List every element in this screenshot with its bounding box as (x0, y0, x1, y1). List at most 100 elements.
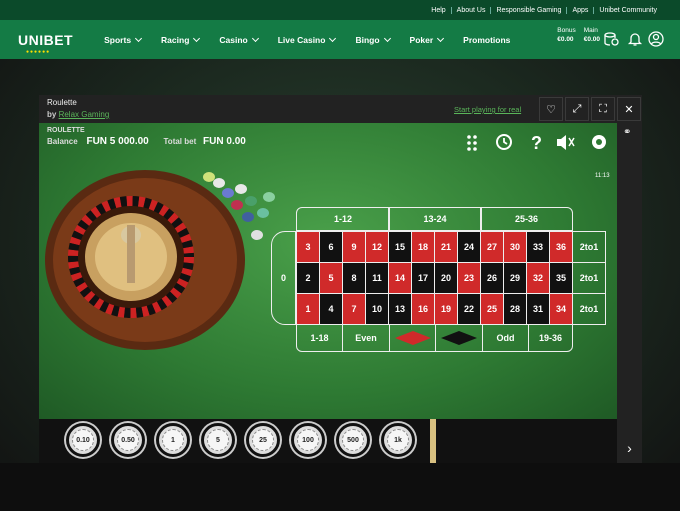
number-cell[interactable]: 15 (388, 231, 412, 263)
chip-0[interactable]: 0.10 (66, 423, 100, 457)
number-cell[interactable]: 2 (296, 262, 320, 294)
bet-black[interactable] (435, 324, 483, 352)
deposit-icon[interactable] (603, 31, 619, 47)
game-title: Roulette (47, 98, 77, 107)
community-link[interactable]: Unibet Community (594, 7, 662, 14)
number-cell[interactable]: 11 (365, 262, 389, 294)
unibet-logo[interactable]: UNIBET ●●●●●● (18, 32, 73, 55)
number-cell[interactable]: 21 (434, 231, 458, 263)
account-icon[interactable] (648, 31, 664, 47)
chevron-down-icon (383, 34, 391, 42)
number-cell[interactable]: 35 (549, 262, 573, 294)
chevron-down-icon (251, 34, 259, 42)
number-cell[interactable]: 9 (342, 231, 366, 263)
number-cell[interactable]: 1 (296, 293, 320, 325)
nav-casino[interactable]: Casino (219, 34, 259, 45)
game-toolbar: ? (467, 133, 606, 153)
number-cell[interactable]: 16 (411, 293, 435, 325)
mute-icon[interactable] (557, 135, 575, 150)
nav-bingo[interactable]: Bingo (355, 34, 391, 45)
dozen-13-24[interactable]: 13-24 (388, 207, 482, 231)
chip-selector: 0.10 0.50 1 5 25 100 500 1k (39, 419, 617, 463)
help-link[interactable]: Help (426, 6, 452, 14)
number-cell[interactable]: 7 (342, 293, 366, 325)
balance-value: FUN 5 000.00 (86, 136, 149, 147)
bet-red[interactable] (389, 324, 436, 352)
number-cell[interactable]: 30 (503, 231, 527, 263)
chip-5[interactable]: 100 (291, 423, 325, 457)
chevron-right-icon[interactable]: › (617, 435, 642, 461)
fullscreen-icon[interactable]: ⛶ (591, 97, 615, 121)
column-bet-top[interactable]: 2to1 (572, 231, 606, 263)
responsible-gaming-link[interactable]: Responsible Gaming (491, 6, 568, 14)
number-cell[interactable]: 33 (526, 231, 550, 263)
chevron-down-icon (329, 34, 337, 42)
nav-live-casino[interactable]: Live Casino (278, 34, 337, 45)
chip-3[interactable]: 5 (201, 423, 235, 457)
history-icon[interactable] (496, 134, 512, 150)
number-cell[interactable]: 28 (503, 293, 527, 325)
bell-icon[interactable] (627, 31, 643, 47)
number-cell[interactable]: 13 (388, 293, 412, 325)
bet-odd[interactable]: Odd (482, 324, 529, 352)
nav-sports[interactable]: Sports (104, 34, 143, 45)
chip-2[interactable]: 1 (156, 423, 190, 457)
number-cell[interactable]: 4 (319, 293, 343, 325)
bet-even[interactable]: Even (342, 324, 390, 352)
chevron-down-icon (193, 34, 201, 42)
dozen-25-36[interactable]: 25-36 (480, 207, 573, 231)
dots-menu-icon[interactable] (467, 135, 477, 151)
chip-7[interactable]: 1k (381, 423, 415, 457)
nav-promotions[interactable]: Promotions (463, 35, 510, 45)
heart-icon[interactable]: ♡ (539, 97, 563, 121)
number-cell[interactable]: 22 (457, 293, 481, 325)
game-window: Roulette by Relax Gaming Start playing f… (39, 95, 642, 463)
number-cell[interactable]: 18 (411, 231, 435, 263)
number-cell[interactable]: 34 (549, 293, 573, 325)
about-us-link[interactable]: About Us (452, 6, 492, 14)
number-cell[interactable]: 8 (342, 262, 366, 294)
number-cell[interactable]: 14 (388, 262, 412, 294)
number-cell[interactable]: 27 (480, 231, 504, 263)
balance-bar: Balance FUN 5 000.00 Total bet FUN 0.00 (47, 136, 246, 147)
number-cell[interactable]: 20 (434, 262, 458, 294)
number-cell[interactable]: 29 (503, 262, 527, 294)
roulette-label: ROULETTE (47, 127, 85, 134)
help-icon[interactable]: ? (531, 133, 542, 153)
nav-poker[interactable]: Poker (410, 34, 445, 45)
link-icon[interactable]: ⚭ (623, 127, 631, 138)
chip-value: 0.10 (72, 429, 94, 451)
column-bet-middle[interactable]: 2to1 (572, 262, 606, 294)
settings-gear-icon[interactable] (592, 135, 606, 149)
chip-6[interactable]: 500 (336, 423, 370, 457)
number-cell[interactable]: 17 (411, 262, 435, 294)
play-for-real-link[interactable]: Start playing for real (454, 105, 521, 114)
column-bet-bottom[interactable]: 2to1 (572, 293, 606, 325)
number-cell[interactable]: 3 (296, 231, 320, 263)
dozen-1-12[interactable]: 1-12 (296, 207, 390, 231)
number-cell[interactable]: 32 (526, 262, 550, 294)
number-cell[interactable]: 36 (549, 231, 573, 263)
tray-divider (430, 419, 436, 463)
bet-19-36[interactable]: 19-36 (528, 324, 573, 352)
provider-link[interactable]: Relax Gaming (59, 110, 110, 119)
zero-pocket[interactable]: 0 (271, 231, 296, 325)
number-cell[interactable]: 19 (434, 293, 458, 325)
bet-1-18[interactable]: 1-18 (296, 324, 343, 352)
number-cell[interactable]: 5 (319, 262, 343, 294)
number-cell[interactable]: 24 (457, 231, 481, 263)
number-cell[interactable]: 6 (319, 231, 343, 263)
chip-4[interactable]: 25 (246, 423, 280, 457)
number-cell[interactable]: 10 (365, 293, 389, 325)
number-cell[interactable]: 25 (480, 293, 504, 325)
nav-racing[interactable]: Racing (161, 34, 201, 45)
expand-icon[interactable]: ⤢ (565, 97, 589, 121)
chip-1[interactable]: 0.50 (111, 423, 145, 457)
close-icon[interactable]: ✕ (617, 97, 641, 121)
number-cell[interactable]: 23 (457, 262, 481, 294)
apps-link[interactable]: Apps (567, 6, 595, 14)
wallet-balances[interactable]: Bonus €0.00 Main €0.00 (557, 26, 600, 44)
number-cell[interactable]: 31 (526, 293, 550, 325)
number-cell[interactable]: 26 (480, 262, 504, 294)
number-cell[interactable]: 12 (365, 231, 389, 263)
